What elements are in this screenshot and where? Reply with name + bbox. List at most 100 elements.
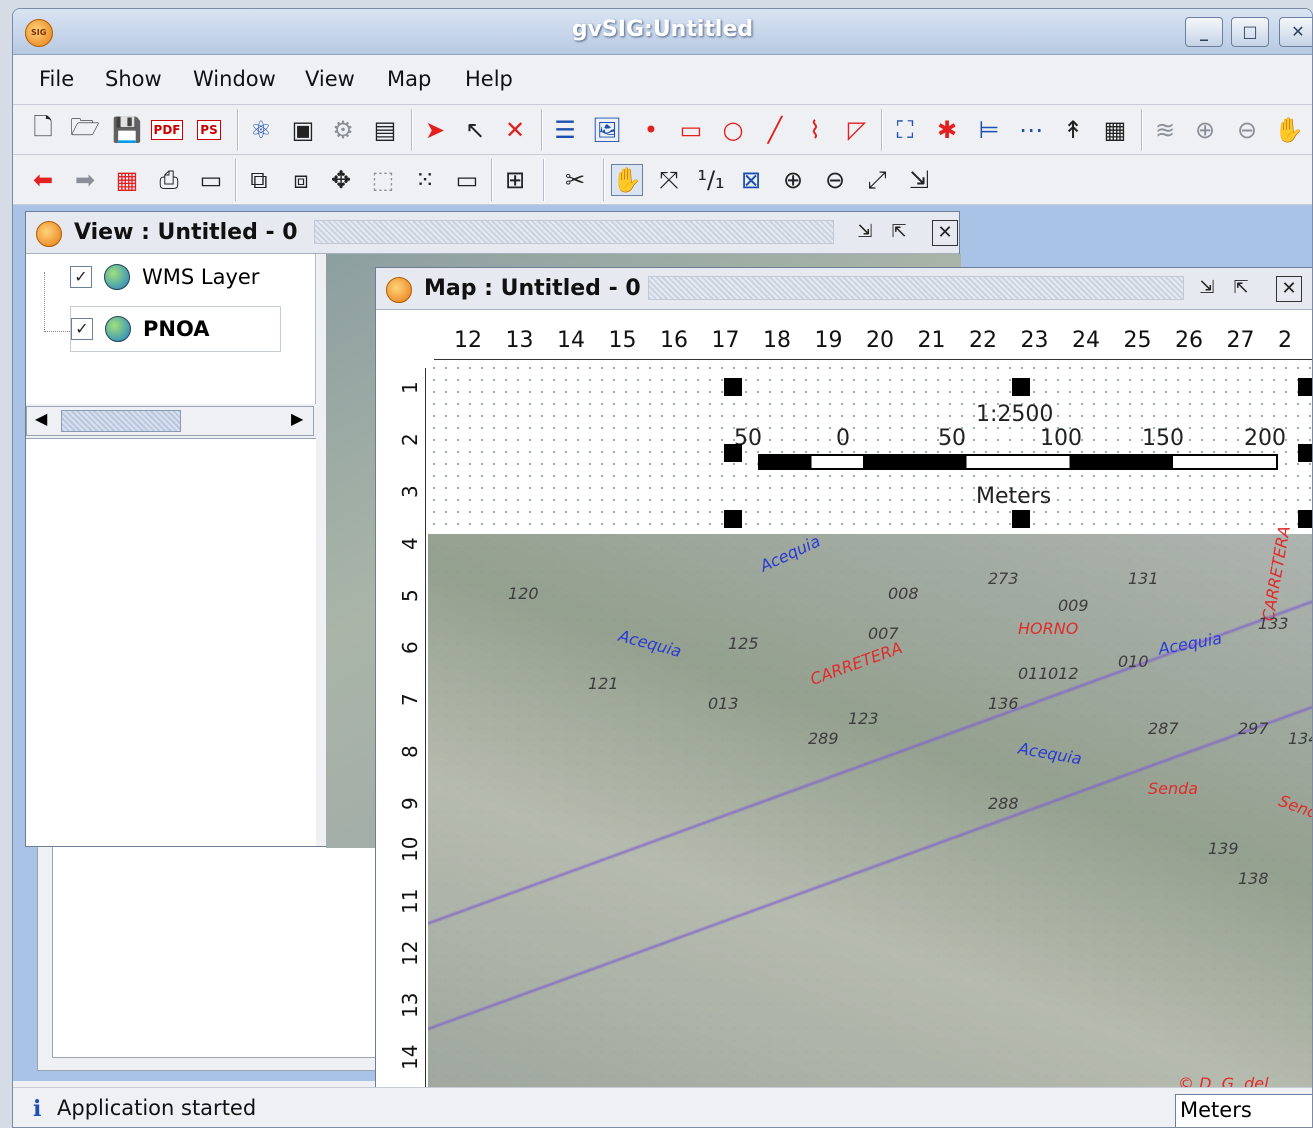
selection-handle[interactable] — [1298, 378, 1312, 396]
selection-handle[interactable] — [1012, 378, 1030, 396]
back-arrow-icon[interactable]: ⬅ — [27, 164, 59, 196]
scroll-thumb[interactable] — [61, 410, 181, 432]
full-extent-icon[interactable]: ⊠ — [735, 164, 767, 196]
map-frame-orthophoto[interactable]: Acequia Acequia Acequia Acequia CARRETERA CAR… — [428, 524, 1313, 1090]
dots-grid-icon[interactable]: ⁙ — [409, 164, 441, 196]
move-icon[interactable]: ✥ — [325, 164, 357, 196]
selection-handle[interactable] — [724, 444, 742, 462]
tools-icon[interactable]: ✂ — [559, 164, 591, 196]
layers-stack-icon[interactable]: ▤ — [369, 114, 401, 146]
layout-page[interactable]: 1:2500 50 0 50 100 150 200 Meters Acequia Aceq… — [428, 362, 1313, 1090]
network-icon[interactable]: ⚙ — [327, 114, 359, 146]
polygon-icon[interactable]: ◸ — [841, 114, 873, 146]
map-label: Senda — [1276, 791, 1313, 826]
circle-icon[interactable]: ○ — [717, 114, 749, 146]
toc-horizontal-scrollbar[interactable]: ◀ ▶ — [26, 406, 314, 436]
view-close-icon[interactable]: ✕ — [932, 220, 958, 246]
print-icon[interactable]: ⎙ — [153, 164, 185, 196]
page-setup-icon[interactable]: ▭ — [195, 164, 227, 196]
map-maximize-icon[interactable]: ⇱ — [1228, 276, 1254, 302]
close-button[interactable]: ✕ — [1279, 17, 1312, 47]
menu-help[interactable]: Help — [465, 67, 513, 91]
map-label: 134 — [1288, 729, 1312, 748]
insert-scale-icon[interactable]: ⊨ — [973, 114, 1005, 146]
zoom-out-grey-icon[interactable]: ⊖ — [1231, 114, 1263, 146]
layers-grey-icon[interactable]: ≋ — [1149, 114, 1181, 146]
layer-row-pnoa[interactable]: ✓ PNOA — [70, 306, 281, 352]
select-area-icon[interactable]: ⬚ — [367, 164, 399, 196]
map-label: 288 — [988, 794, 1019, 813]
polyline-icon[interactable]: ⌇ — [799, 114, 831, 146]
graticule-icon[interactable]: ⊞ — [499, 164, 531, 196]
insert-image-icon[interactable]: 🖼 — [591, 114, 623, 146]
selection-handle[interactable] — [1298, 510, 1312, 528]
ruler-h-label: 18 — [763, 328, 791, 353]
align-icon[interactable]: ☰ — [549, 114, 581, 146]
insert-legend-icon[interactable]: ✱ — [931, 114, 963, 146]
layout-canvas[interactable]: 12 13 14 15 16 17 18 19 20 21 22 23 24 25 26 27 2 123456… — [376, 310, 1313, 1090]
layer-row-wms[interactable]: ✓ WMS Layer — [70, 254, 259, 300]
select-arrow-icon[interactable]: ↖ — [459, 114, 491, 146]
open-folder-icon[interactable]: 🗁 — [69, 113, 101, 146]
new-file-icon[interactable]: 🗋 — [27, 113, 59, 146]
menu-map[interactable]: Map — [387, 67, 431, 91]
ruler-v-label: 5 — [398, 589, 422, 602]
zoom-out-layout-icon[interactable]: ⊖ — [819, 164, 851, 196]
view-maximize-icon[interactable]: ⇱ — [886, 220, 912, 246]
menu-window[interactable]: Window — [193, 67, 276, 91]
rectangle-icon[interactable]: ▭ — [675, 114, 707, 146]
grid-icon[interactable]: ▦ — [111, 164, 143, 196]
point-icon[interactable]: • — [635, 114, 667, 146]
bring-front-icon[interactable]: ⧉ — [243, 164, 275, 196]
menu-file[interactable]: File — [39, 67, 74, 91]
scroll-left-icon[interactable]: ◀ — [35, 409, 47, 428]
ruler-h-label: 21 — [917, 328, 946, 353]
insert-scalebar-icon[interactable]: ⋯ — [1015, 114, 1047, 146]
raster-icon[interactable]: ▣ — [287, 114, 319, 146]
export-ps-icon[interactable]: PS — [193, 114, 225, 146]
insert-view-icon[interactable]: ⛶ — [889, 114, 921, 146]
layer-checkbox[interactable]: ✓ — [70, 266, 92, 288]
zoom-in-layout-icon[interactable]: ⤧ — [653, 164, 685, 196]
map-title-bar[interactable]: Map : Untitled - 0 ⇲ ⇱ ✕ — [376, 268, 1312, 310]
selection-handle[interactable] — [1298, 444, 1312, 462]
units-field[interactable]: Meters — [1175, 1094, 1312, 1127]
layer-checkbox[interactable]: ✓ — [71, 318, 93, 340]
menu-show[interactable]: Show — [105, 67, 162, 91]
pan-layout-icon[interactable]: ✋ — [611, 164, 643, 196]
minimize-button[interactable]: _ — [1185, 17, 1223, 47]
info-pointer-icon[interactable]: ➤ — [419, 114, 451, 146]
export-pdf-icon[interactable]: PDF — [150, 114, 184, 146]
view-title-bar[interactable]: View : Untitled - 0 ⇲ ⇱ ✕ — [26, 212, 959, 254]
title-bar[interactable]: gvSIG:Untitled _ □ ✕ — [13, 9, 1312, 55]
view-minimize-icon[interactable]: ⇲ — [852, 220, 878, 246]
map-minimize-icon[interactable]: ⇲ — [1194, 276, 1220, 302]
zoom-all-icon[interactable]: ⤢ — [861, 164, 893, 196]
ruler-h-label: 19 — [814, 328, 843, 353]
scale-bar[interactable] — [758, 454, 1278, 470]
zoom-real-icon[interactable]: ¹∕₁ — [695, 164, 727, 196]
send-back-icon[interactable]: ⧈ — [285, 164, 317, 196]
zoom-in-grey-icon[interactable]: ⊕ — [1189, 114, 1221, 146]
selection-handle[interactable] — [724, 510, 742, 528]
scroll-right-icon[interactable]: ▶ — [291, 409, 303, 428]
selection-handle[interactable] — [1012, 510, 1030, 528]
frame-icon[interactable]: ▭ — [451, 164, 483, 196]
delete-icon[interactable]: ✕ — [499, 114, 531, 146]
add-layer-icon[interactable]: ⚛ — [245, 114, 277, 146]
save-icon[interactable]: 💾 — [111, 114, 143, 146]
ruler-h-label: 15 — [608, 328, 637, 353]
menu-view[interactable]: View — [305, 67, 355, 91]
zoom-page-icon[interactable]: ⇲ — [903, 164, 935, 196]
map-label: Senda — [1148, 779, 1199, 798]
north-arrow-icon[interactable]: ↟ — [1057, 114, 1089, 146]
maximize-button[interactable]: □ — [1231, 17, 1269, 47]
table-icon[interactable]: ▦ — [1099, 114, 1131, 146]
forward-arrow-icon[interactable]: ➡ — [69, 164, 101, 196]
selection-handle[interactable] — [724, 378, 742, 396]
zoom-select-icon[interactable]: ⊕ — [777, 164, 809, 196]
pan-hand-grey-icon[interactable]: ✋ — [1273, 114, 1305, 146]
line-icon[interactable]: ╱ — [759, 114, 791, 146]
ruler-h-label: 2 — [1278, 328, 1292, 353]
map-close-icon[interactable]: ✕ — [1276, 276, 1302, 302]
